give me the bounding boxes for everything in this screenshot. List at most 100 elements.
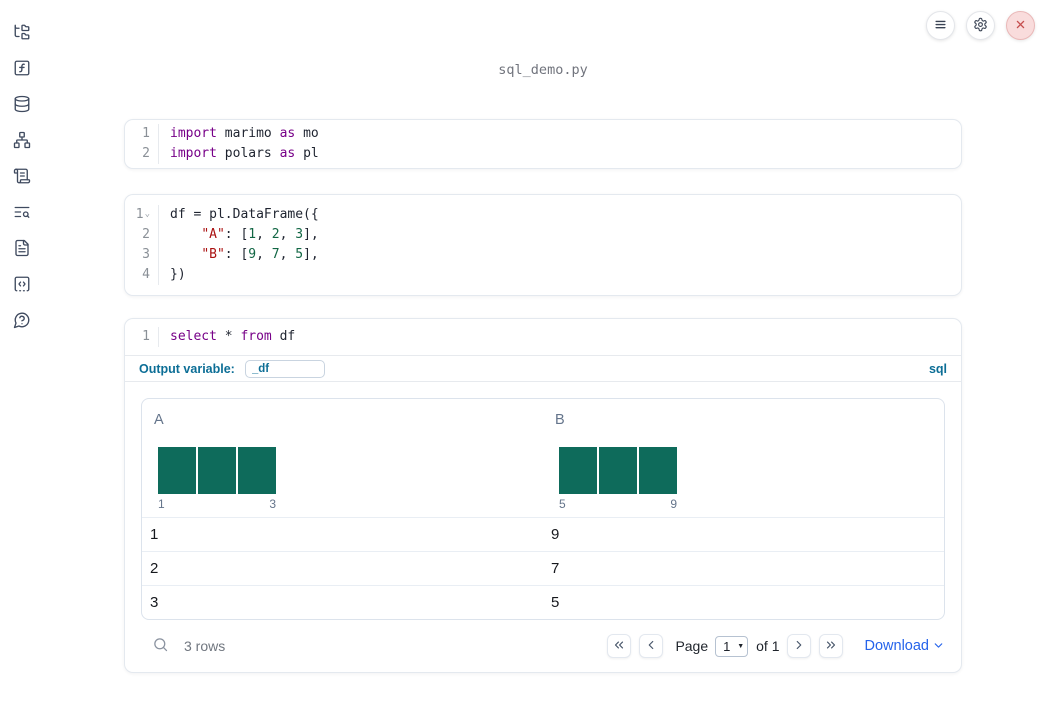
line-number: 1 ⌄ <box>125 205 159 225</box>
page-select[interactable]: 1 <box>715 635 749 657</box>
sidebar-item-scratchpad[interactable] <box>13 276 31 294</box>
output-variable-label: Output variable: <box>139 361 235 376</box>
column-label[interactable]: A <box>154 412 164 428</box>
chevrons-left-icon <box>612 638 626 655</box>
chevrons-right-icon <box>824 638 838 655</box>
histogram-axis-labels: 5 9 <box>559 497 677 511</box>
code-editor[interactable]: 1 select * from df <box>125 319 961 355</box>
table-cell: 3 <box>150 594 159 611</box>
code-line-text: "B": [9, 7, 5], <box>201 247 319 262</box>
sidebar-item-logs[interactable] <box>13 204 31 222</box>
notebook-main: sql_demo.py 1 import marimo as mo 2 import … <box>124 0 962 673</box>
sidebar-item-dependencies[interactable] <box>13 131 31 152</box>
sidebar-item-variables[interactable] <box>13 60 31 78</box>
help-bubble-icon <box>13 311 31 332</box>
download-label: Download <box>864 638 930 654</box>
code-line-text: import polars as pl <box>170 146 319 161</box>
sql-cell: 1 select * from df Output variable: sql A… <box>124 318 962 673</box>
line-number: 3 <box>125 245 159 265</box>
column-label[interactable]: B <box>555 412 565 428</box>
line-number: 2 <box>125 144 159 164</box>
line-number: 2 <box>125 225 159 245</box>
square-code-icon <box>13 275 31 296</box>
table-search-button[interactable] <box>151 637 169 655</box>
function-square-icon <box>13 59 31 80</box>
sidebar <box>0 0 44 713</box>
chevron-left-icon <box>644 638 658 655</box>
table-cell: 1 <box>150 526 159 543</box>
settings-button[interactable] <box>966 11 995 40</box>
table-cell: 9 <box>551 526 560 543</box>
histogram-bar <box>158 447 196 494</box>
marimo-notebook: sql_demo.py 1 import marimo as mo 2 import … <box>0 0 1043 713</box>
code-editor[interactable]: 1 import marimo as mo 2 import polars as pl <box>125 124 961 164</box>
column-histogram[interactable] <box>158 447 276 494</box>
code-line-text: df = pl.DataFrame({ <box>170 207 319 222</box>
page-label: Page <box>675 638 709 654</box>
text-search-icon <box>13 203 31 224</box>
line-number: 1 <box>125 124 159 144</box>
chevron-right-icon <box>792 638 806 655</box>
page-select-wrap: 1 ▼ <box>715 635 749 657</box>
code-cell-imports[interactable]: 1 import marimo as mo 2 import polars as pl <box>124 119 962 169</box>
folder-tree-icon <box>13 23 31 44</box>
first-page-button[interactable] <box>607 634 632 658</box>
table-body: 192735 <box>142 517 944 619</box>
close-icon <box>1013 17 1028 35</box>
histogram-bar <box>599 447 637 494</box>
histogram-axis-labels: 1 3 <box>158 497 276 511</box>
code-editor[interactable]: 1 ⌄ df = pl.DataFrame({2 "A": [1, 2, 3], 3 … <box>125 205 961 285</box>
code-line-text: select * from df <box>170 329 296 344</box>
file-text-icon <box>13 239 31 260</box>
table-row: 35 <box>142 585 944 619</box>
table-header: A 1 3 B 5 9 <box>142 399 944 517</box>
table-cell: 5 <box>551 594 560 611</box>
code-cell-dataframe[interactable]: 1 ⌄ df = pl.DataFrame({2 "A": [1, 2, 3], 3 … <box>124 194 962 296</box>
notebook-filename: sql_demo.py <box>498 62 588 78</box>
sidebar-item-help[interactable] <box>13 312 31 330</box>
language-badge: sql <box>928 361 947 376</box>
chevron-down-icon <box>932 637 945 656</box>
sidebar-item-file-explorer[interactable] <box>13 24 31 42</box>
sidebar-item-snippets[interactable] <box>13 239 31 260</box>
column-header-b: B 5 9 <box>543 399 944 517</box>
scroll-text-icon <box>13 167 31 188</box>
table-footer: 3 rows Page 1 ▼ of 1 Download <box>141 632 945 660</box>
fold-chevron-icon[interactable]: ⌄ <box>145 204 150 224</box>
page-of-label: of 1 <box>756 638 780 654</box>
output-variable-row: Output variable: sql <box>125 355 961 381</box>
table-row: 27 <box>142 551 944 585</box>
histogram-max-label: 3 <box>269 497 276 511</box>
code-line-text: import marimo as mo <box>170 126 319 141</box>
table-cell: 2 <box>150 560 159 577</box>
histogram-bar <box>198 447 236 494</box>
dataframe-table: A 1 3 B 5 9 1 9 2 7 3 5 <box>141 398 945 620</box>
table-row: 19 <box>142 517 944 551</box>
shutdown-button[interactable] <box>1006 11 1035 40</box>
histogram-min-label: 1 <box>158 497 165 511</box>
column-histogram[interactable] <box>559 447 677 494</box>
previous-page-button[interactable] <box>639 634 664 658</box>
search-icon <box>152 636 169 656</box>
histogram-max-label: 9 <box>670 497 677 511</box>
gear-icon <box>973 17 988 35</box>
sidebar-item-documentation[interactable] <box>13 168 31 186</box>
sidebar-item-data-sources[interactable] <box>13 95 31 116</box>
histogram-bar <box>238 447 276 494</box>
code-line-text: "A": [1, 2, 3], <box>201 227 319 242</box>
histogram-bar <box>559 447 597 494</box>
histogram-min-label: 5 <box>559 497 566 511</box>
download-button[interactable]: Download <box>865 637 946 656</box>
database-icon <box>13 95 31 116</box>
cell-output: A 1 3 B 5 9 1 9 2 7 3 5 3 rows Page 1 ▼ … <box>125 381 961 672</box>
pagination: Page 1 ▼ of 1 <box>607 634 850 658</box>
code-line-text: }) <box>170 267 186 282</box>
line-number: 4 <box>125 265 159 285</box>
histogram-bar <box>639 447 677 494</box>
last-page-button[interactable] <box>818 634 843 658</box>
column-header-a: A 1 3 <box>142 399 543 517</box>
network-icon <box>13 131 31 152</box>
next-page-button[interactable] <box>786 634 811 658</box>
table-cell: 7 <box>551 560 560 577</box>
output-variable-input[interactable] <box>244 359 325 378</box>
